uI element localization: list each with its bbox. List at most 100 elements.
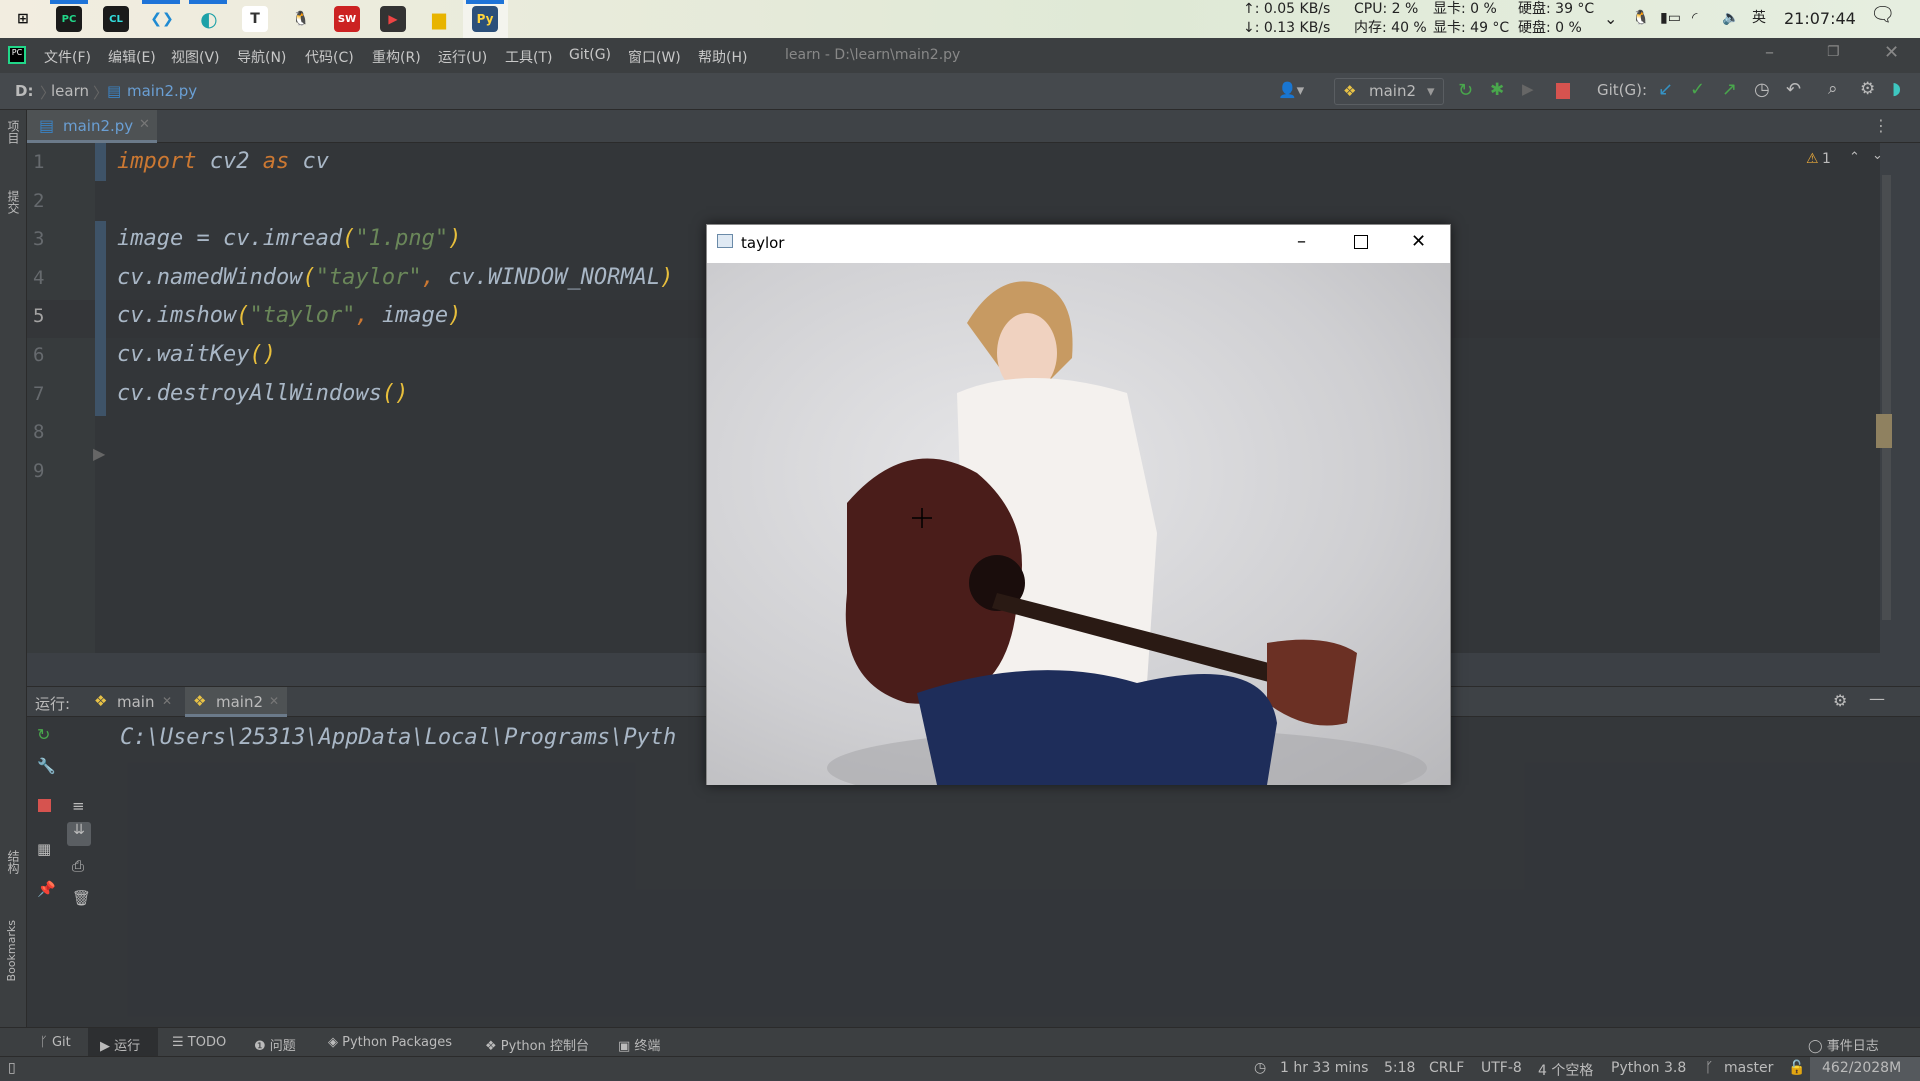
menu-git[interactable]: Git(G)	[569, 47, 611, 63]
status-position[interactable]: 5:18	[1384, 1060, 1415, 1076]
hide-panel-icon[interactable]: —	[1869, 689, 1885, 708]
chevron-up-icon[interactable]: ⌄	[1604, 9, 1617, 28]
event-log-button[interactable]: ◯ 事件日志	[1808, 1035, 1879, 1054]
tool-tab-git[interactable]: ᚴ Git	[40, 1035, 71, 1050]
qq-app-icon[interactable]: 🐧	[288, 6, 314, 32]
tab-main2[interactable]: ▤ main2.py ✕	[27, 110, 157, 143]
plugin-icon[interactable]: ◗	[1892, 79, 1901, 99]
menu-view[interactable]: 视图(V)	[171, 47, 220, 67]
git-push-icon[interactable]: ↗	[1722, 79, 1737, 100]
tool-tab-terminal[interactable]: ▣ 终端	[618, 1035, 660, 1054]
maximize-button[interactable]	[1354, 235, 1368, 249]
status-indent[interactable]: 4 个空格	[1538, 1060, 1593, 1080]
gear-icon[interactable]: ⚙	[1860, 79, 1875, 99]
file-explorer-icon[interactable]: ▆	[426, 6, 452, 32]
soft-wrap-icon[interactable]: ≡	[72, 797, 85, 815]
trash-icon[interactable]: 🗑	[72, 889, 91, 907]
warning-icon[interactable]: ⚠	[1806, 151, 1819, 167]
wifi-icon[interactable]: ◜	[1692, 9, 1697, 28]
tool-tab-run[interactable]: ▶ 运行	[88, 1028, 158, 1057]
menu-code[interactable]: 代码(C)	[305, 47, 354, 67]
project-tool-button[interactable]: 项目	[5, 120, 22, 144]
close-tab-icon[interactable]: ✕	[139, 117, 150, 132]
qq-tray-icon[interactable]: 🐧	[1632, 9, 1649, 28]
editor-scrollbar[interactable]	[1882, 175, 1891, 620]
status-branch[interactable]: master	[1724, 1060, 1773, 1076]
menu-help[interactable]: 帮助(H)	[698, 47, 747, 67]
python-app-icon[interactable]: Py	[472, 6, 498, 32]
rerun-icon[interactable]: ↻	[1458, 80, 1473, 101]
clion-app-icon[interactable]: CL	[103, 6, 129, 32]
status-encoding[interactable]: UTF-8	[1481, 1060, 1522, 1076]
pin-icon[interactable]: 📌	[37, 880, 56, 898]
rerun-icon[interactable]: ↻	[37, 725, 50, 744]
status-time[interactable]: 1 hr 33 mins	[1280, 1060, 1368, 1076]
tool-tab-python-console[interactable]: ❖ Python 控制台	[485, 1035, 589, 1054]
scroll-to-end-icon[interactable]: ⇊	[67, 822, 91, 846]
print-icon[interactable]: ⎙	[72, 857, 84, 875]
menu-window[interactable]: 窗口(W)	[628, 47, 681, 67]
ime-indicator[interactable]: 英	[1752, 9, 1766, 28]
coverage-icon[interactable]: ▶	[1522, 80, 1534, 98]
stop-icon[interactable]	[38, 799, 51, 812]
menu-edit[interactable]: 编辑(E)	[108, 47, 156, 67]
displayed-image[interactable]	[707, 263, 1450, 785]
close-button[interactable]: ✕	[1884, 42, 1899, 63]
structure-tool-button[interactable]: 结构	[5, 850, 22, 874]
breadcrumb-file[interactable]: main2.py	[127, 82, 197, 100]
menu-file[interactable]: 文件(F)	[44, 47, 91, 67]
layout-icon[interactable]: ▦	[37, 840, 51, 858]
run-config-select[interactable]: ❖ main2 ▾	[1334, 78, 1444, 105]
battery-icon[interactable]: ▮▭	[1660, 9, 1681, 28]
status-line-separator[interactable]: CRLF	[1429, 1060, 1464, 1076]
typora-app-icon[interactable]: T	[242, 6, 268, 32]
run-tab-main[interactable]: main	[117, 693, 154, 711]
breadcrumb-folder[interactable]: learn	[51, 82, 89, 100]
status-interpreter[interactable]: Python 3.8	[1611, 1060, 1686, 1076]
memory-indicator[interactable]: 462/2028M	[1810, 1057, 1920, 1081]
bookmarks-tool-button[interactable]: Bookmarks	[5, 920, 18, 981]
user-dropdown-icon[interactable]: 👤▾	[1278, 81, 1304, 99]
menu-run[interactable]: 运行(U)	[438, 47, 487, 67]
notification-icon[interactable]: 🗨	[1870, 4, 1895, 24]
tool-tab-problems[interactable]: ❶ 问题	[254, 1035, 296, 1054]
minimize-button[interactable]: –	[1297, 231, 1306, 252]
clock[interactable]: 21:07:44	[1784, 9, 1856, 28]
search-icon[interactable]: ⌕	[1828, 79, 1838, 99]
close-tab-icon[interactable]: ✕	[269, 694, 279, 708]
git-commit-icon[interactable]: ✓	[1690, 79, 1705, 100]
run-tab-main2[interactable]: ❖ main2 ✕	[185, 687, 287, 717]
windows-start-icon[interactable]: ⊞	[10, 6, 36, 32]
commit-tool-button[interactable]: 提交	[5, 190, 22, 214]
gear-icon[interactable]: ⚙	[1833, 691, 1847, 710]
opencv-window-titlebar[interactable]: taylor – ✕	[707, 225, 1450, 263]
lock-icon[interactable]: 🔓	[1788, 1060, 1805, 1076]
edge-app-icon[interactable]: ◐	[196, 6, 222, 32]
fold-arrow-icon[interactable]: ▶	[93, 444, 105, 463]
opencv-image-window[interactable]: taylor – ✕	[706, 224, 1451, 785]
history-icon[interactable]: ◷	[1754, 79, 1770, 100]
debug-icon[interactable]: ✱	[1490, 80, 1504, 100]
tool-tab-todo[interactable]: ☰ TODO	[172, 1035, 226, 1050]
volume-icon[interactable]: 🔈	[1722, 9, 1739, 28]
wrench-icon[interactable]: 🔧	[37, 757, 56, 775]
close-tab-icon[interactable]: ✕	[162, 694, 172, 708]
close-button[interactable]: ✕	[1411, 231, 1426, 252]
tool-tab-python-packages[interactable]: ◈ Python Packages	[328, 1035, 452, 1050]
previous-highlight-icon[interactable]: ⌃	[1849, 150, 1860, 165]
menu-tools[interactable]: 工具(T)	[505, 47, 552, 67]
solidworks-app-icon[interactable]: SW	[334, 6, 360, 32]
more-options-icon[interactable]: ⋮	[1873, 116, 1889, 135]
git-update-icon[interactable]: ↙	[1658, 79, 1673, 100]
toggle-tool-windows-icon[interactable]: ▯	[8, 1060, 16, 1076]
pycharm-app-icon[interactable]: PC	[56, 6, 82, 32]
next-highlight-icon[interactable]: ⌄	[1872, 148, 1883, 163]
scrollbar-thumb[interactable]	[1876, 414, 1892, 448]
breadcrumb-drive[interactable]: D:	[15, 82, 33, 100]
minimize-button[interactable]: –	[1765, 42, 1774, 63]
terminal-app-icon[interactable]: ▶	[380, 6, 406, 32]
menu-navigate[interactable]: 导航(N)	[237, 47, 286, 67]
vscode-app-icon[interactable]: ❮❯	[149, 6, 175, 32]
rollback-icon[interactable]: ↶	[1786, 79, 1801, 100]
stop-icon[interactable]	[1556, 83, 1570, 99]
